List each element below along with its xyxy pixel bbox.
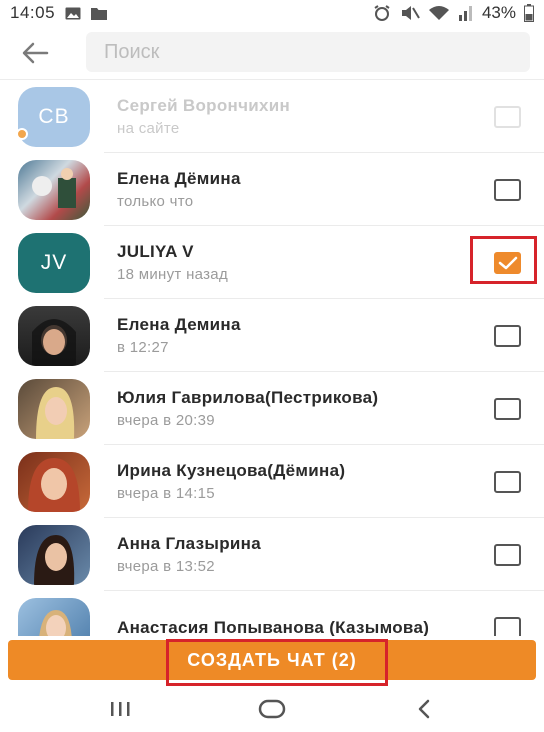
list-item[interactable]: Елена Дёмина только что [0,153,544,226]
contact-name: Елена Дёмина [117,169,241,188]
recent-apps-button[interactable] [90,694,150,724]
signal-icon [458,6,472,21]
select-checkbox[interactable] [494,470,521,493]
contact-status: вчера в 13:52 [117,558,215,575]
create-chat-button[interactable]: СОЗДАТЬ ЧАТ (2) [8,640,536,680]
avatar-initials: СВ [38,104,70,128]
select-checkbox[interactable] [494,616,521,636]
avatar [18,159,90,220]
contact-list[interactable]: СВ Сергей Ворончихин на сайте Елена Дёми… [0,80,544,636]
list-item[interactable]: Юлия Гаврилова(Пестрикова) вчера в 20:39 [0,372,544,445]
avatar [18,597,90,636]
back-button[interactable] [0,26,70,80]
contact-status: только что [117,193,194,210]
avatar: JV [18,232,90,293]
avatar-initials: JV [40,250,68,274]
contact-status: вчера в 20:39 [117,412,215,429]
search-header [0,26,544,80]
photo-image [28,457,80,512]
home-icon [258,699,286,719]
create-chat-label: СОЗДАТЬ ЧАТ (2) [187,649,357,670]
select-checkbox[interactable] [494,543,521,566]
system-nav-bar [0,686,544,732]
recent-apps-icon [111,702,130,716]
action-bar: СОЗДАТЬ ЧАТ (2) [0,636,544,686]
avatar [18,524,90,585]
avatar [18,451,90,512]
contact-status: 18 минут назад [117,266,228,283]
back-nav-button[interactable] [394,694,454,724]
contact-name: Анастасия Попыванова (Казымова) [117,617,430,637]
select-checkbox[interactable] [494,324,521,347]
contact-name: Анна Глазырина [117,534,261,553]
list-item[interactable]: Елена Демина в 12:27 [0,299,544,372]
list-item[interactable]: Анастасия Попыванова (Казымова) [0,591,544,636]
battery-level: 43% [481,3,516,22]
photo-image [32,167,76,208]
select-checkbox[interactable] [494,397,521,420]
alarm-icon [374,5,390,21]
selection-highlight [470,236,537,284]
list-item[interactable]: Анна Глазырина вчера в 13:52 [0,518,544,591]
home-button[interactable] [242,694,302,724]
search-input[interactable] [104,40,530,64]
status-time: 14:05 [10,3,56,22]
back-nav-icon [418,699,430,719]
contact-status: вчера в 14:15 [117,485,215,502]
photo-image [34,534,75,585]
contact-name: Ирина Кузнецова(Дёмина) [117,461,346,480]
arrow-left-icon [22,42,49,63]
list-item[interactable]: СВ Сергей Ворончихин на сайте [0,80,544,153]
contact-name: Сергей Ворончихин [117,96,291,115]
contact-name: Елена Демина [117,315,241,334]
avatar [18,305,90,366]
photo-image [39,609,72,636]
photo-image [32,318,76,366]
online-indicator [16,128,28,140]
contact-name: Юлия Гаврилова(Пестрикова) [117,388,379,407]
avatar [18,378,90,439]
contact-status: на сайте [117,120,180,137]
status-bar: 14:05 43% [0,0,544,26]
folder-icon [91,7,108,20]
battery-icon [524,4,534,22]
contact-status: в 12:27 [117,339,169,356]
wifi-icon [428,6,449,20]
search-field[interactable] [86,32,530,72]
select-checkbox[interactable] [494,105,521,128]
photo-image [36,386,75,439]
list-item[interactable]: Ирина Кузнецова(Дёмина) вчера в 14:15 [0,445,544,518]
select-checkbox[interactable] [494,178,521,201]
list-item[interactable]: JV JULIYA V 18 минут назад [0,226,544,299]
avatar: СВ [18,86,90,147]
image-icon [65,7,81,19]
contact-name: JULIYA V [117,242,194,261]
mute-icon [401,6,420,20]
